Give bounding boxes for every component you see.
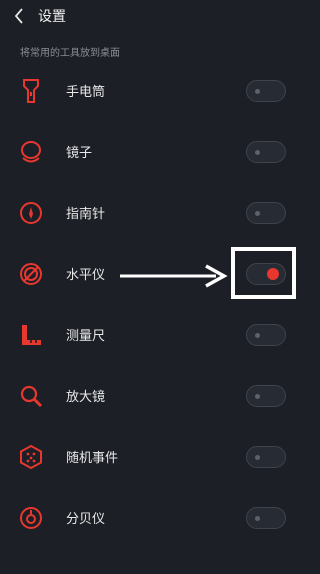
list-item-compass: 指南针 (0, 182, 300, 243)
item-label: 随机事件 (66, 451, 119, 466)
list-item-ruler: 测量尺 (0, 304, 300, 365)
list-item-flashlight: 手电筒 (0, 60, 300, 121)
toggle-knob (255, 88, 260, 94)
item-label: 放大镜 (66, 390, 106, 405)
compass-icon (18, 200, 44, 226)
ruler-icon (18, 322, 44, 348)
item-label: 水平仪 (66, 268, 106, 283)
flashlight-icon (18, 78, 44, 104)
compass-toggle[interactable] (246, 201, 286, 224)
dice-icon (18, 444, 44, 470)
section-label: 将常用的工具放到桌面 (20, 48, 120, 59)
list-item-magnifier: 放大镜 (0, 365, 300, 426)
flashlight-toggle[interactable] (246, 79, 286, 102)
toggle-knob (255, 149, 260, 155)
annotation-arrow-icon (120, 264, 228, 288)
tool-list: 手电筒 镜子 指南针 水平仪 测量尺 放大镜 随机事件 分贝仪 (0, 60, 300, 548)
mirror-toggle[interactable] (246, 140, 286, 163)
ruler-toggle[interactable] (246, 323, 286, 346)
magnifier-icon (18, 383, 44, 409)
toggle-knob (255, 454, 260, 460)
item-label: 测量尺 (66, 329, 106, 344)
toggle-knob (255, 393, 260, 399)
list-item-decibel: 分贝仪 (0, 487, 300, 548)
item-label: 分贝仪 (66, 512, 106, 527)
list-item-mirror: 镜子 (0, 121, 300, 182)
level-icon (18, 261, 44, 287)
item-label: 镜子 (66, 146, 93, 161)
chevron-left-icon (14, 8, 23, 24)
item-label: 手电筒 (66, 85, 106, 100)
decibel-icon (18, 505, 44, 531)
decibel-toggle[interactable] (246, 506, 286, 529)
toggle-knob (255, 332, 260, 338)
toggle-knob (255, 515, 260, 521)
mirror-icon (18, 139, 44, 165)
annotation-highlight-box (231, 247, 296, 299)
random-event-toggle[interactable] (246, 445, 286, 468)
back-button[interactable] (4, 0, 34, 32)
magnifier-toggle[interactable] (246, 384, 286, 407)
header-bar: 设置 (0, 0, 300, 32)
list-item-random-event: 随机事件 (0, 426, 300, 487)
page-title: 设置 (38, 9, 66, 25)
toggle-knob (255, 210, 260, 216)
item-label: 指南针 (66, 207, 106, 222)
